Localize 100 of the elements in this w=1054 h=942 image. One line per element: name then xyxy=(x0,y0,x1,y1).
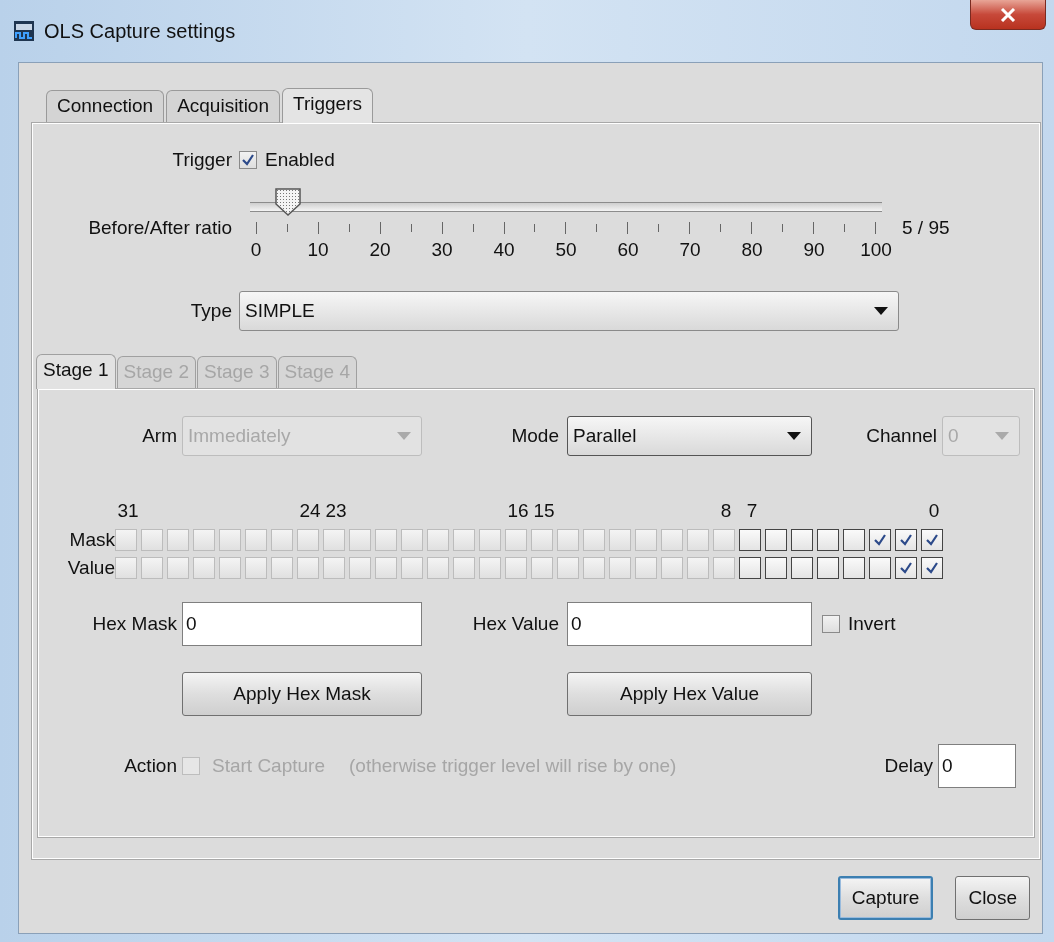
type-label: Type xyxy=(189,300,232,322)
enabled-checkbox[interactable] xyxy=(239,151,257,169)
tick-mark xyxy=(689,222,691,234)
bit-checkbox[interactable] xyxy=(895,557,917,579)
bit-checkbox[interactable] xyxy=(765,529,787,551)
tick-mark xyxy=(410,224,412,232)
check-icon xyxy=(925,561,939,575)
slider-thumb[interactable] xyxy=(273,187,302,217)
tick-mark xyxy=(781,224,783,232)
ratio-label: Before/After ratio xyxy=(87,217,232,239)
bit-checkbox[interactable] xyxy=(869,557,891,579)
tick-mark xyxy=(596,224,598,232)
bit-checkbox[interactable] xyxy=(791,557,813,579)
bit-checkbox[interactable] xyxy=(765,557,787,579)
enabled-label: Enabled xyxy=(265,149,335,171)
check-icon xyxy=(925,533,939,547)
bit-number: 24 xyxy=(298,500,322,523)
bit-checkbox[interactable] xyxy=(895,529,917,551)
tab[interactable]: Connection xyxy=(46,90,165,122)
bit-number: 31 xyxy=(116,500,140,523)
tick-mark xyxy=(812,222,814,234)
tick-mark xyxy=(874,222,876,234)
bit-checkbox[interactable] xyxy=(817,557,839,579)
delay-field[interactable]: 0 xyxy=(938,744,1016,788)
selector-label: Arm xyxy=(141,425,177,447)
tick-mark xyxy=(379,222,381,234)
type-dropdown[interactable]: SIMPLE xyxy=(239,291,899,331)
ratio-reading: 5 / 95 xyxy=(902,217,951,239)
dropdown-arrow-icon xyxy=(787,432,801,440)
bit-row-label: Mask xyxy=(68,529,115,551)
close-icon xyxy=(1000,7,1016,22)
tick-mark xyxy=(503,222,505,234)
apply-button[interactable]: Apply Hex Mask xyxy=(182,672,422,716)
tick-label: 30 xyxy=(430,239,454,262)
tick-mark xyxy=(441,222,443,234)
bit-number: 23 xyxy=(324,500,348,523)
bit-checkbox[interactable] xyxy=(739,557,761,579)
hex-mask-label: Hex Mask xyxy=(91,613,177,635)
tick-label: 20 xyxy=(368,239,392,262)
check-icon xyxy=(899,561,913,575)
tick-label: 80 xyxy=(740,239,764,262)
dropdown-arrow-icon xyxy=(397,432,411,440)
close-button[interactable] xyxy=(970,0,1046,30)
bit-number: 16 xyxy=(506,500,530,523)
close-dialog-button[interactable]: Close xyxy=(955,876,1030,920)
bit-checkbox[interactable] xyxy=(921,557,943,579)
tick-mark xyxy=(534,224,536,232)
tick-label: 10 xyxy=(306,239,330,262)
bit-number: 0 xyxy=(927,500,941,523)
bit-checkbox[interactable] xyxy=(843,529,865,551)
trigger-label: Trigger xyxy=(171,149,232,171)
tick-label: 100 xyxy=(859,239,893,262)
hex-value-field[interactable]: 0 xyxy=(567,602,812,646)
tick-label: 0 xyxy=(249,239,263,262)
dropdown-arrow-icon xyxy=(874,307,888,315)
apply-button[interactable]: Apply Hex Value xyxy=(567,672,812,716)
bit-row-label: Value xyxy=(66,557,115,579)
tick-label: 90 xyxy=(802,239,826,262)
tick-mark xyxy=(627,222,629,234)
stage-tab[interactable]: Stage 1 xyxy=(36,354,116,389)
check-icon xyxy=(899,533,913,547)
bit-number: 8 xyxy=(719,500,733,523)
tab[interactable]: Acquisition xyxy=(166,90,280,122)
invert-label: Invert xyxy=(848,613,896,635)
capture-button[interactable]: Capture xyxy=(837,876,934,920)
bit-number: 7 xyxy=(745,500,759,523)
tick-mark xyxy=(565,222,567,234)
invert-checkbox[interactable] xyxy=(822,615,840,633)
tick-mark xyxy=(720,224,722,232)
bit-checkbox[interactable] xyxy=(817,529,839,551)
tick-label: 70 xyxy=(678,239,702,262)
tab[interactable]: Triggers xyxy=(282,88,373,123)
tick-label: 40 xyxy=(492,239,516,262)
tick-mark xyxy=(256,222,257,234)
tick-mark xyxy=(751,222,752,234)
tick-mark xyxy=(286,224,288,232)
tick-label: 50 xyxy=(554,239,578,262)
tick-mark xyxy=(317,222,319,234)
tick-mark xyxy=(348,224,350,232)
check-icon xyxy=(873,533,887,547)
action-label: Action xyxy=(123,755,177,777)
bit-checkbox[interactable] xyxy=(843,557,865,579)
bit-number: 15 xyxy=(532,500,556,523)
bit-checkbox[interactable] xyxy=(791,529,813,551)
hex-value-label: Hex Value xyxy=(471,613,559,635)
bit-checkbox[interactable] xyxy=(921,529,943,551)
app-logo-icon xyxy=(14,21,34,41)
dropdown[interactable]: Parallel xyxy=(567,416,812,456)
check-icon xyxy=(241,153,255,167)
bit-checkbox[interactable] xyxy=(739,529,761,551)
selector-label: Channel xyxy=(865,425,937,447)
tick-mark xyxy=(472,224,474,232)
dropdown-arrow-icon xyxy=(995,432,1009,440)
hex-mask-field[interactable]: 0 xyxy=(182,602,422,646)
delay-label: Delay xyxy=(884,755,933,777)
tick-label: 60 xyxy=(616,239,640,262)
window-title: OLS Capture settings xyxy=(44,19,236,43)
bit-checkbox[interactable] xyxy=(869,529,891,551)
tick-mark xyxy=(843,224,845,232)
selector-label: Mode xyxy=(510,425,559,447)
